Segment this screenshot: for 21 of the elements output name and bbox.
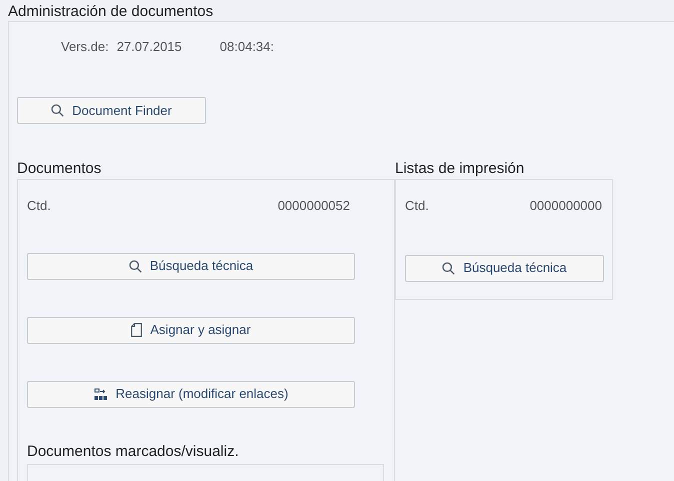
action-button[interactable]: Búsqueda técnica bbox=[27, 252, 355, 280]
action-button[interactable]: Asignar y asignar bbox=[27, 316, 355, 344]
action-button[interactable]: Document Finder bbox=[17, 97, 206, 124]
search-icon bbox=[442, 262, 456, 274]
reassign-icon bbox=[94, 388, 108, 400]
count-value: 0000000052 bbox=[278, 197, 350, 215]
section-title: Documentos bbox=[17, 159, 102, 179]
count-label: Ctd. bbox=[405, 197, 429, 215]
search-icon bbox=[51, 104, 64, 117]
action-button[interactable]: Búsqueda técnica bbox=[405, 254, 604, 282]
document-icon bbox=[131, 323, 142, 337]
version-date: 27.07.2015 bbox=[116, 38, 182, 56]
version-time: 08:04:34: bbox=[220, 38, 274, 56]
section-title: Listas de impresión bbox=[395, 159, 526, 179]
search-icon bbox=[128, 260, 142, 272]
count-label: Ctd. bbox=[27, 197, 51, 215]
count-value: 0000000000 bbox=[530, 197, 602, 215]
version-label: Vers.de: bbox=[61, 38, 109, 56]
action-button[interactable]: Reasignar (modificar enlaces) bbox=[27, 380, 355, 408]
window-title: Administración de documentos bbox=[7, 2, 214, 21]
section-title: Documentos marcados/visualiz. bbox=[27, 442, 240, 462]
